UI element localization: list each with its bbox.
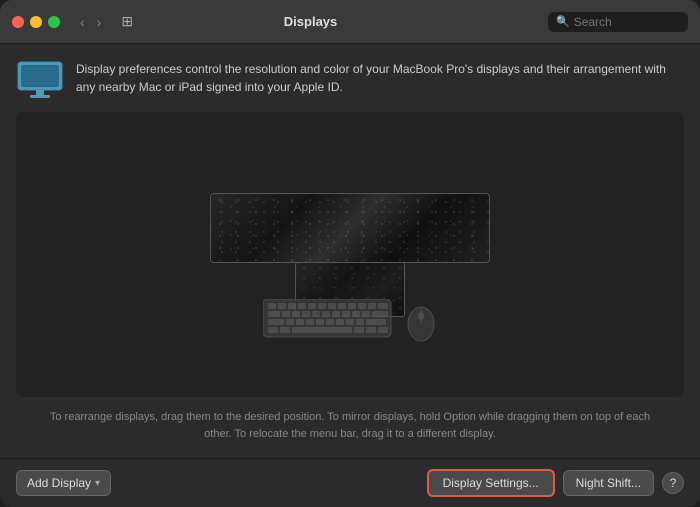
window-title: Displays [81,14,540,29]
instructions: To rearrange displays, drag them to the … [16,409,684,442]
mouse-icon [405,296,437,347]
keyboard-icon [263,299,393,344]
display-settings-button[interactable]: Display Settings... [427,469,555,497]
info-text: Display preferences control the resoluti… [76,60,684,96]
night-shift-button[interactable]: Night Shift... [563,470,654,496]
external-display[interactable] [210,193,490,263]
help-button[interactable]: ? [662,472,684,494]
titlebar: ‹ › ⊞ Displays 🔍 [0,0,700,44]
bottom-bar: Add Display ▾ Display Settings... Night … [0,458,700,507]
search-input[interactable] [574,15,684,29]
display-area [16,112,684,397]
peripheral-area [263,296,437,347]
window: ‹ › ⊞ Displays 🔍 Disp [0,0,700,507]
search-icon: 🔍 [556,15,570,28]
add-display-label: Add Display [27,476,91,490]
traffic-lights [12,16,60,28]
monitor-icon-wrap [16,60,64,100]
maximize-button[interactable] [48,16,60,28]
monitor-icon [16,60,64,100]
add-display-button[interactable]: Add Display ▾ [16,470,111,496]
display-dots [211,194,489,262]
chevron-down-icon: ▾ [95,478,100,489]
info-banner: Display preferences control the resoluti… [16,60,684,100]
content: Display preferences control the resoluti… [0,44,700,458]
close-button[interactable] [12,16,24,28]
minimize-button[interactable] [30,16,42,28]
search-bar: 🔍 [548,12,688,32]
